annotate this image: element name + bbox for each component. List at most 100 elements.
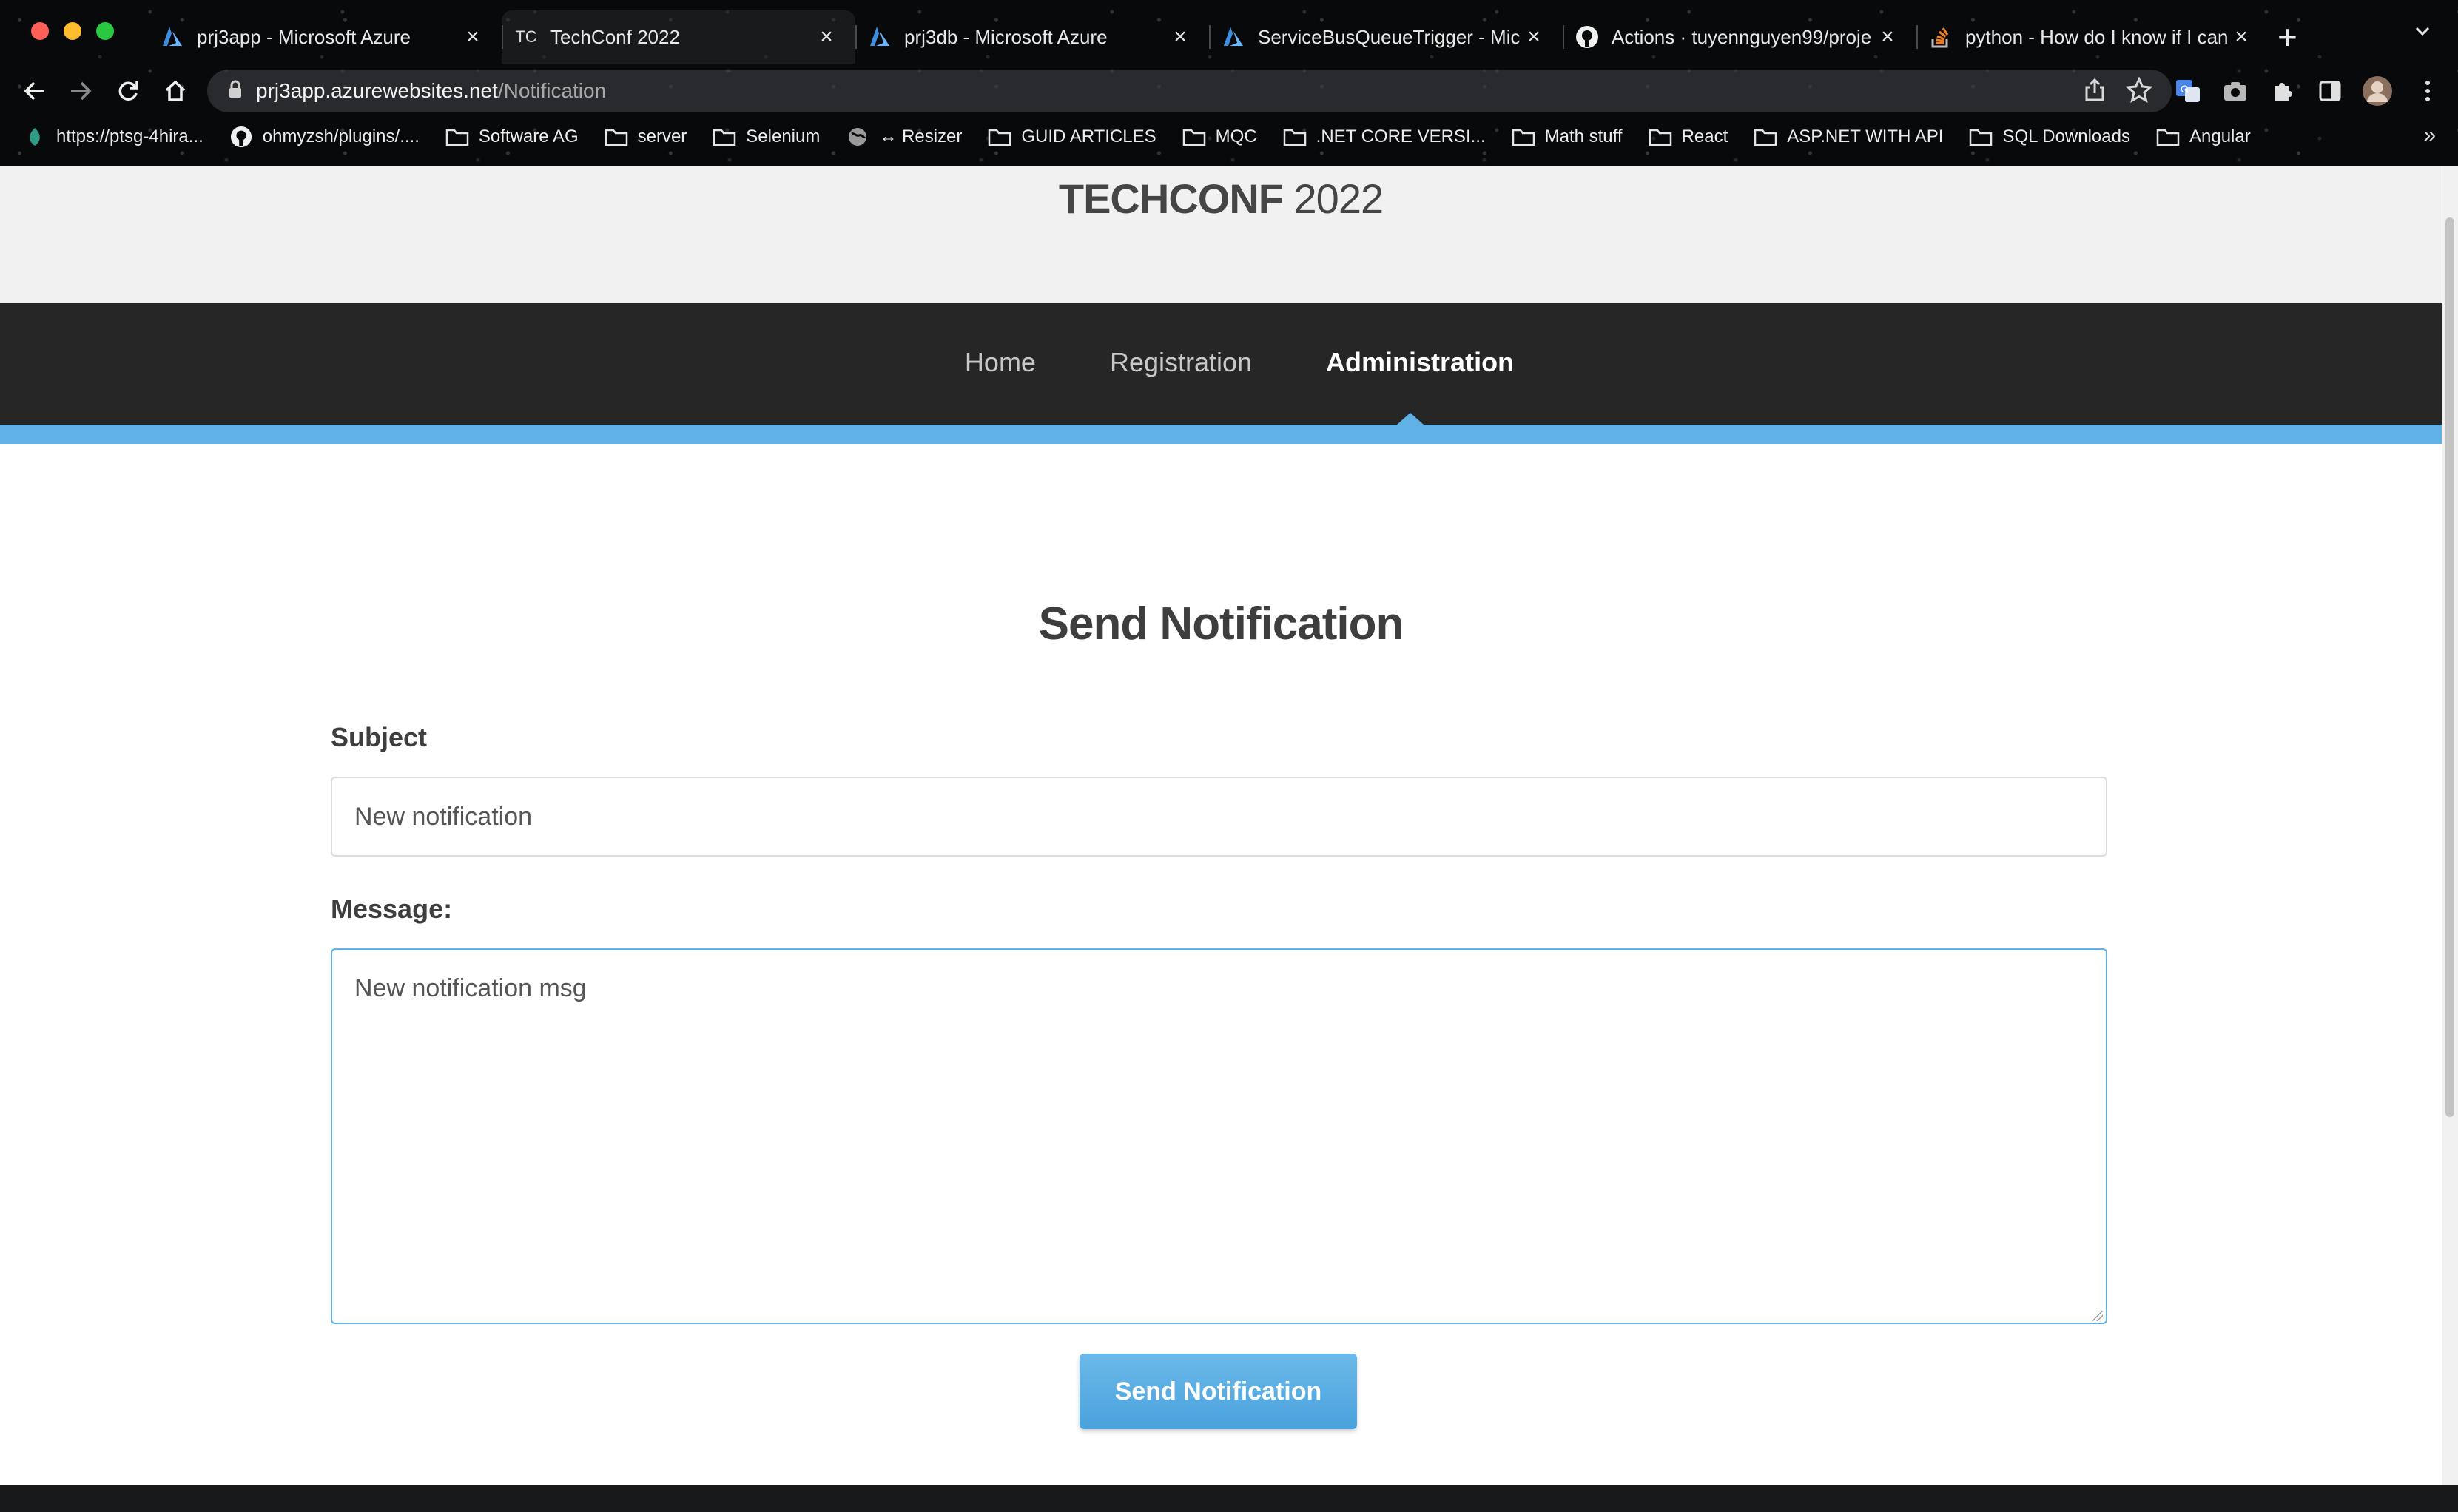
- bookmark-label: .NET CORE VERSI...: [1316, 126, 1486, 146]
- bookmark-folder[interactable]: GUID ARTICLES: [987, 126, 1156, 148]
- nav-links: Home Registration Administration: [0, 303, 2442, 425]
- url-path: /Notification: [497, 79, 607, 102]
- bookmark-folder[interactable]: MQC: [1182, 126, 1257, 148]
- close-icon[interactable]: ×: [1521, 24, 1546, 50]
- bookmark-label: ASP.NET WITH API: [1787, 126, 1944, 146]
- tab-label: Actions · tuyennguyen99/proje: [1612, 25, 1872, 48]
- folder-icon: [604, 126, 629, 148]
- globe-icon: [845, 126, 870, 148]
- folder-icon: [445, 126, 470, 148]
- message-textarea[interactable]: New notification msg: [331, 948, 2107, 1324]
- translate-icon[interactable]: G: [2171, 74, 2205, 108]
- stackoverflow-icon: [1927, 23, 1955, 51]
- close-icon[interactable]: ×: [1168, 24, 1193, 50]
- tab-label: TechConf 2022: [550, 25, 680, 48]
- forward-icon[interactable]: [64, 74, 98, 108]
- bookmark-item[interactable]: https://ptsg-4hira...: [22, 126, 203, 148]
- minimize-window-button[interactable]: [64, 22, 81, 40]
- tab-servicebus[interactable]: ServiceBusQueueTrigger - Micr ×: [1209, 10, 1563, 64]
- subject-label: Subject: [331, 722, 428, 752]
- extensions-icon[interactable]: [2266, 74, 2300, 108]
- folder-icon: [987, 126, 1012, 148]
- close-icon[interactable]: ×: [460, 24, 485, 50]
- tab-github-actions[interactable]: Actions · tuyennguyen99/proje ×: [1563, 10, 1916, 64]
- brand-year: 2022: [1282, 175, 1384, 222]
- bookmark-folder[interactable]: SQL Downloads: [1968, 126, 2130, 148]
- close-icon[interactable]: ×: [814, 24, 839, 50]
- scrollbar-thumb[interactable]: [2445, 217, 2454, 1117]
- github-icon: [1573, 23, 1601, 51]
- close-icon[interactable]: ×: [2229, 24, 2254, 50]
- menu-icon[interactable]: [2411, 74, 2445, 108]
- window-bottom-edge: [0, 1485, 2458, 1512]
- tab-techconf[interactable]: TC TechConf 2022 ×: [502, 10, 855, 64]
- new-tab-button[interactable]: +: [2277, 18, 2297, 56]
- github-icon: [229, 126, 254, 148]
- back-icon[interactable]: [18, 74, 52, 108]
- tab-label: ServiceBusQueueTrigger - Micr: [1258, 25, 1521, 48]
- web-page: TECHCONF 2022 Home Registration Administ…: [0, 166, 2458, 1485]
- bookmark-label: ↔ Resizer: [879, 126, 963, 146]
- close-icon[interactable]: ×: [1875, 24, 1900, 50]
- site-header: TECHCONF 2022: [0, 166, 2442, 303]
- bookmark-label: Selenium: [746, 126, 821, 146]
- bookmark-folder[interactable]: .NET CORE VERSI...: [1282, 126, 1486, 148]
- tab-strip: prj3app - Microsoft Azure × TC TechConf …: [148, 10, 2270, 64]
- bookmark-label: MQC: [1215, 126, 1257, 146]
- address-bar[interactable]: prj3app.azurewebsites.net/Notification: [207, 70, 2172, 112]
- site-nav: Home Registration Administration: [0, 303, 2442, 425]
- tab-label: prj3app - Microsoft Azure: [197, 25, 411, 48]
- page-scrollbar[interactable]: [2442, 166, 2458, 1485]
- bookmark-item[interactable]: ↔ Resizer: [845, 126, 962, 148]
- lock-icon[interactable]: [228, 80, 243, 103]
- bookmark-label: ohmyzsh/plugins/....: [262, 126, 420, 146]
- browser-chrome: prj3app - Microsoft Azure × TC TechConf …: [0, 0, 2458, 166]
- tab-stackoverflow[interactable]: python - How do I know if I can ×: [1916, 10, 2270, 64]
- sidepanel-icon[interactable]: [2313, 74, 2347, 108]
- bookmark-folder[interactable]: Software AG: [445, 126, 579, 148]
- nav-accent-bar: [0, 425, 2442, 444]
- send-notification-button[interactable]: Send Notification: [1080, 1354, 1357, 1429]
- bookmark-label: React: [1681, 126, 1728, 146]
- avatar[interactable]: [2360, 74, 2394, 108]
- folder-icon: [1968, 126, 1993, 148]
- bookmark-folder[interactable]: server: [604, 126, 687, 148]
- nav-home[interactable]: Home: [965, 347, 1036, 381]
- folder-icon: [1182, 126, 1207, 148]
- tab-prj3app[interactable]: prj3app - Microsoft Azure ×: [148, 10, 502, 64]
- bookmark-label: server: [637, 126, 687, 146]
- folder-icon: [1511, 126, 1536, 148]
- bookmark-label: Angular: [2189, 126, 2251, 146]
- azure-icon: [158, 23, 186, 51]
- bookmark-folder[interactable]: Angular: [2155, 126, 2251, 148]
- bookmark-folder[interactable]: React: [1648, 126, 1728, 148]
- camera-icon[interactable]: [2218, 74, 2252, 108]
- home-icon[interactable]: [158, 74, 192, 108]
- nav-registration[interactable]: Registration: [1110, 347, 1252, 381]
- bookmark-folder[interactable]: Selenium: [712, 126, 820, 148]
- browser-toolbar: prj3app.azurewebsites.net/Notification G: [0, 65, 2458, 117]
- bookmark-star-icon[interactable]: [2125, 76, 2153, 107]
- nav-administration[interactable]: Administration: [1326, 347, 1514, 381]
- maximize-window-button[interactable]: [96, 22, 114, 40]
- bookmark-folder[interactable]: ASP.NET WITH API: [1753, 126, 1943, 148]
- share-icon[interactable]: [2081, 77, 2108, 107]
- tab-label: prj3db - Microsoft Azure: [904, 25, 1108, 48]
- folder-icon: [1282, 126, 1307, 148]
- close-window-button[interactable]: [31, 22, 49, 40]
- tab-search-icon[interactable]: [2412, 21, 2433, 45]
- bookmark-label: GUID ARTICLES: [1021, 126, 1156, 146]
- page-title: Send Notification: [1038, 598, 1404, 649]
- reload-icon[interactable]: [111, 74, 145, 108]
- site-brand[interactable]: TECHCONF 2022: [0, 175, 2442, 223]
- address-actions: [2081, 76, 2153, 107]
- azure-icon: [1219, 23, 1247, 51]
- more-bookmarks-button[interactable]: »: [2423, 123, 2436, 148]
- textarea-resize-handle[interactable]: [2092, 1311, 2103, 1321]
- bookmark-item[interactable]: ohmyzsh/plugins/....: [229, 126, 420, 148]
- active-nav-indicator: [1397, 413, 1424, 425]
- bookmark-folder[interactable]: Math stuff: [1511, 126, 1623, 148]
- tab-prj3db[interactable]: prj3db - Microsoft Azure ×: [855, 10, 1209, 64]
- subject-input[interactable]: [331, 777, 2107, 857]
- message-label: Message:: [331, 894, 453, 924]
